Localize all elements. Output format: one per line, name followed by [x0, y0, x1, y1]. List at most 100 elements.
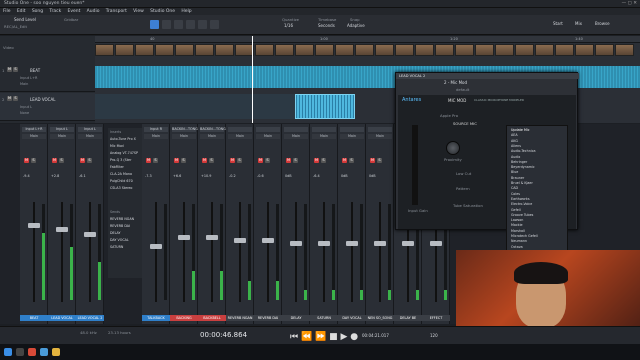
channel-input-select[interactable] — [228, 127, 252, 132]
input-gain-slider[interactable] — [412, 125, 418, 205]
timebase-value[interactable]: Seconds — [318, 23, 335, 28]
track-solo-button[interactable]: S — [13, 96, 18, 101]
channel-input-select[interactable]: Input L — [50, 127, 74, 132]
channel-output-select[interactable]: Main — [368, 134, 392, 139]
channel-mute-button[interactable]: M — [286, 158, 291, 163]
channel-input-select[interactable]: Input L+R — [22, 127, 46, 132]
channel-name-label[interactable]: REVERB DAI — [254, 315, 282, 321]
browse-button[interactable]: Browse — [595, 21, 610, 26]
channel-output-select[interactable]: Main — [228, 134, 252, 139]
menu-help[interactable]: Help — [181, 8, 191, 15]
mic-list-item[interactable]: Blue — [511, 170, 518, 174]
channel-name-label[interactable]: TALKBACK — [142, 315, 170, 321]
mute-tool-button[interactable] — [210, 20, 219, 29]
channel-mute-button[interactable]: M — [258, 158, 263, 163]
app-icon[interactable] — [52, 348, 60, 356]
channel-name-label[interactable]: DELAY — [282, 315, 310, 321]
send-slot[interactable]: REVERB DAI — [110, 224, 130, 228]
track-solo-button[interactable]: S — [13, 67, 18, 72]
mic-list-item[interactable]: Bruel & Kjaer — [511, 181, 533, 185]
mic-list-item[interactable]: Mackie — [511, 223, 523, 227]
channel-input-select[interactable] — [340, 127, 364, 132]
channel-output-select[interactable]: Main — [78, 134, 102, 139]
channel-fader-cap[interactable] — [178, 235, 190, 240]
channel-fader-cap[interactable] — [262, 238, 274, 243]
start-button[interactable]: Start — [553, 21, 563, 26]
channel-name-label[interactable]: LEAD VOCAL — [48, 315, 76, 321]
channel-fader-cap[interactable] — [318, 241, 330, 246]
channel-solo-button[interactable]: S — [31, 158, 36, 163]
channel-name-label[interactable]: BACKBELL — [198, 315, 226, 321]
mic-list-item[interactable]: Marshall — [511, 229, 525, 233]
channel-mute-button[interactable]: M — [174, 158, 179, 163]
mic-list-item[interactable]: Gefell — [511, 208, 521, 212]
mic-list-item[interactable]: Behringer — [511, 160, 527, 164]
start-menu-icon[interactable] — [4, 348, 12, 356]
insert-slot[interactable]: Auto-Tune Pro X — [110, 137, 136, 141]
channel-output-select[interactable]: Main — [200, 134, 224, 139]
plugin-title[interactable]: LEAD VOCAL 2 — [396, 73, 579, 79]
channel-fader-cap[interactable] — [84, 232, 96, 237]
channel-name-label[interactable]: SATURN — [310, 315, 338, 321]
mic-list-item[interactable]: Earthworks — [511, 197, 530, 201]
timeline-ruler[interactable]: 40 1:00 1:20 1:40 — [95, 36, 640, 43]
channel-fader-cap[interactable] — [290, 241, 302, 246]
channel-fader-cap[interactable] — [28, 223, 40, 228]
channel-solo-button[interactable]: S — [153, 158, 158, 163]
track-header-beat[interactable]: 1 M S BEAT Input L+R Main — [0, 64, 95, 92]
track-header-lead-vocal[interactable]: 2 M S LEAD VOCAL Input L None — [0, 93, 95, 121]
channel-input-select[interactable] — [312, 127, 336, 132]
mic-list-item[interactable]: Neumann — [511, 239, 527, 243]
channel-output-select[interactable]: Main — [312, 134, 336, 139]
channel-mute-button[interactable]: M — [314, 158, 319, 163]
source-mic-value[interactable]: Apple Pro — [440, 113, 458, 118]
insert-slot[interactable]: CLA-2A Mono — [110, 172, 132, 176]
track-output[interactable]: None — [20, 111, 29, 115]
tempo-value[interactable]: 120 — [430, 333, 438, 338]
channel-solo-button[interactable]: S — [59, 158, 64, 163]
channel-output-select[interactable]: Main — [144, 134, 168, 139]
mic-list-item[interactable]: Groove Tubes — [511, 213, 533, 217]
menu-event[interactable]: Event — [67, 8, 80, 15]
draw-tool-button[interactable] — [198, 20, 207, 29]
track-input[interactable]: Input L+R — [20, 76, 38, 80]
channel-fader-cap[interactable] — [56, 227, 68, 232]
channel-name-label[interactable]: LEAD VOCAL 2 — [76, 315, 104, 321]
mic-list-item[interactable]: Audix — [511, 155, 520, 159]
insert-slot[interactable]: Mic Mod — [110, 144, 124, 148]
channel-name-label[interactable]: REVERB NGAN — [226, 315, 254, 321]
channel-solo-button[interactable]: S — [209, 158, 214, 163]
channel-mute-button[interactable]: M — [24, 158, 29, 163]
window-controls-icon[interactable]: — ▢ ✕ — [622, 1, 637, 6]
menu-transport[interactable]: Transport — [106, 8, 127, 15]
channel-output-select[interactable]: Main — [172, 134, 196, 139]
eraser-tool-button[interactable] — [186, 20, 195, 29]
menu-view[interactable]: View — [133, 8, 144, 15]
channel-input-select[interactable] — [368, 127, 392, 132]
channel-solo-button[interactable]: S — [87, 158, 92, 163]
channel-mute-button[interactable]: M — [342, 158, 347, 163]
channel-mute-button[interactable]: M — [202, 158, 207, 163]
mic-list-item[interactable]: Lawson — [511, 218, 523, 222]
channel-name-label[interactable]: DELAY BE — [394, 315, 422, 321]
send-slot[interactable]: SATURN — [110, 245, 123, 249]
channel-fader-cap[interactable] — [402, 241, 414, 246]
channel-solo-button[interactable]: S — [181, 158, 186, 163]
channel-mute-button[interactable]: M — [52, 158, 57, 163]
channel-output-select[interactable]: Main — [284, 134, 308, 139]
menu-edit[interactable]: Edit — [17, 8, 26, 15]
channel-name-label[interactable]: EFFECT — [422, 315, 450, 321]
track-mute-button[interactable]: M — [7, 96, 12, 101]
channel-name-label[interactable]: DAY VOCAL — [338, 315, 366, 321]
mic-list-item[interactable]: Beyerdynamic — [511, 165, 535, 169]
channel-mute-button[interactable]: M — [230, 158, 235, 163]
mic-list-item[interactable]: CAD — [511, 186, 518, 190]
mic-list-item[interactable]: Brauner — [511, 176, 524, 180]
split-tool-button[interactable] — [174, 20, 183, 29]
arrow-tool-button[interactable] — [150, 20, 159, 29]
channel-input-select[interactable]: Input R — [144, 127, 168, 132]
track-mute-button[interactable]: M — [7, 67, 12, 72]
track-name[interactable]: LEAD VOCAL — [30, 97, 55, 102]
channel-solo-button[interactable]: S — [237, 158, 242, 163]
channel-fader-cap[interactable] — [430, 241, 442, 246]
